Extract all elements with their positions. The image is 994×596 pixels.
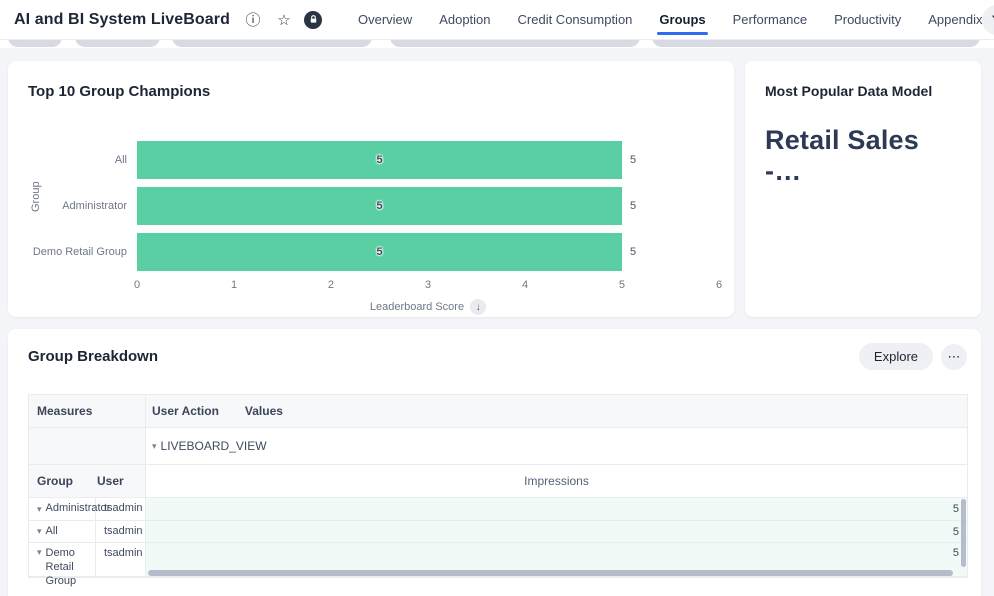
filter-chip[interactable] [652, 40, 980, 47]
liveboard-tabs: Overview Adoption Credit Consumption Gro… [358, 0, 982, 40]
bar-chart: All 5 5 Administrator 5 5 [8, 141, 719, 315]
measure-group-label: LIVEBOARD_VIEW [161, 439, 267, 453]
row-caret-icon[interactable]: ▾ [37, 526, 42, 537]
most-popular-data-model-card: Most Popular Data Model Retail Sales -… [745, 61, 981, 317]
x-axis-title-row: Leaderboard Score ↓ [137, 299, 719, 315]
table-row: ▾ All tsadmin 5 [29, 521, 967, 543]
kpi-title: Most Popular Data Model [765, 83, 961, 99]
x-tick: 2 [328, 279, 334, 291]
filter-chip[interactable] [172, 40, 372, 47]
x-tick: 3 [425, 279, 431, 291]
liveboard-canvas: Top 10 Group Champions Group All 5 5 Adm… [0, 48, 994, 596]
collapse-caret-icon[interactable]: ▾ [152, 441, 157, 452]
breakdown-header: Group Breakdown Explore ⋯ [8, 329, 981, 370]
tab-overview[interactable]: Overview [358, 0, 412, 40]
values-header: Values [245, 404, 283, 418]
bar-all[interactable]: 5 [137, 141, 622, 179]
info-icon[interactable]: ⓘ [242, 9, 264, 31]
user-header: User [97, 474, 124, 488]
bar-end-value: 5 [630, 154, 636, 166]
group-breakdown-table: Measures User Action Values ▾ LIVEBOARD_… [28, 394, 968, 578]
top-nav-bar: AI and BI System LiveBoard ⓘ ☆ Overview … [0, 0, 994, 40]
title-icon-group: ⓘ ☆ [242, 9, 322, 31]
filter-button[interactable] [982, 5, 994, 35]
bar-value-label: 5 [376, 246, 382, 258]
nav-actions: ⋯ [982, 5, 994, 35]
explore-button[interactable]: Explore [859, 343, 933, 370]
impressions-column-header: Impressions [146, 465, 967, 497]
top-10-group-champions-card: Top 10 Group Champions Group All 5 5 Adm… [8, 61, 734, 317]
bar-row: Demo Retail Group 5 5 [8, 233, 719, 271]
measure-group-row: ▾ LIVEBOARD_VIEW [29, 428, 967, 465]
category-label: Demo Retail Group [8, 246, 137, 258]
card-more-options-button[interactable]: ⋯ [941, 344, 967, 370]
tab-groups[interactable]: Groups [659, 0, 705, 40]
x-tick: 1 [231, 279, 237, 291]
user-cell: tsadmin [104, 502, 143, 516]
category-label: All [8, 154, 137, 166]
x-axis-title: Leaderboard Score [370, 301, 464, 313]
bar-value-label: 5 [376, 154, 382, 166]
liveboard-title: AI and BI System LiveBoard [14, 11, 230, 29]
bar-administrator[interactable]: 5 [137, 187, 622, 225]
vertical-scrollbar[interactable] [961, 499, 966, 567]
filter-chip[interactable] [75, 40, 160, 47]
chart-title: Top 10 Group Champions [8, 61, 734, 100]
tab-productivity[interactable]: Productivity [834, 0, 901, 40]
x-tick: 0 [134, 279, 140, 291]
star-icon[interactable]: ☆ [273, 9, 295, 31]
table-subheader-row: Group User Impressions [29, 465, 967, 498]
filter-icon [990, 13, 994, 27]
x-axis: 0 1 2 3 4 5 6 [137, 279, 719, 293]
horizontal-scrollbar[interactable] [148, 570, 953, 576]
row-caret-icon[interactable]: ▾ [37, 547, 42, 558]
breakdown-title: Group Breakdown [28, 348, 158, 365]
kpi-value: Retail Sales -… [765, 125, 961, 187]
row-caret-icon[interactable]: ▾ [37, 504, 42, 515]
bar-value-label: 5 [376, 200, 382, 212]
bar-row: Administrator 5 5 [8, 187, 719, 225]
user-action-header: User Action [152, 404, 219, 418]
tab-adoption[interactable]: Adoption [439, 0, 490, 40]
value-cell: 5 [146, 498, 967, 520]
filter-chip-strip [0, 40, 994, 48]
tab-performance[interactable]: Performance [733, 0, 807, 40]
group-cell: All [46, 525, 58, 539]
group-breakdown-card: Group Breakdown Explore ⋯ Measures User … [8, 329, 981, 596]
measures-header: Measures [29, 395, 146, 427]
user-cell: tsadmin [104, 547, 143, 561]
bar-end-value: 5 [630, 200, 636, 212]
x-tick: 4 [522, 279, 528, 291]
user-cell: tsadmin [104, 525, 143, 539]
tab-credit-consumption[interactable]: Credit Consumption [518, 0, 633, 40]
x-tick: 6 [716, 279, 722, 291]
filter-chip[interactable] [390, 40, 640, 47]
bar-demo-retail-group[interactable]: 5 [137, 233, 622, 271]
sort-descending-icon[interactable]: ↓ [470, 299, 486, 315]
table-row: ▾ Administrator tsadmin 5 [29, 498, 967, 521]
group-header: Group [37, 474, 73, 488]
lock-icon[interactable] [304, 11, 322, 29]
bar-row: All 5 5 [8, 141, 719, 179]
bar-end-value: 5 [630, 246, 636, 258]
tab-appendix[interactable]: Appendix [928, 0, 982, 40]
filter-chip[interactable] [8, 40, 62, 47]
x-tick: 5 [619, 279, 625, 291]
group-cell: Demo Retail Group [46, 547, 87, 588]
category-label: Administrator [8, 200, 137, 212]
table-header-row: Measures User Action Values [29, 395, 967, 428]
value-cell: 5 [146, 521, 967, 542]
